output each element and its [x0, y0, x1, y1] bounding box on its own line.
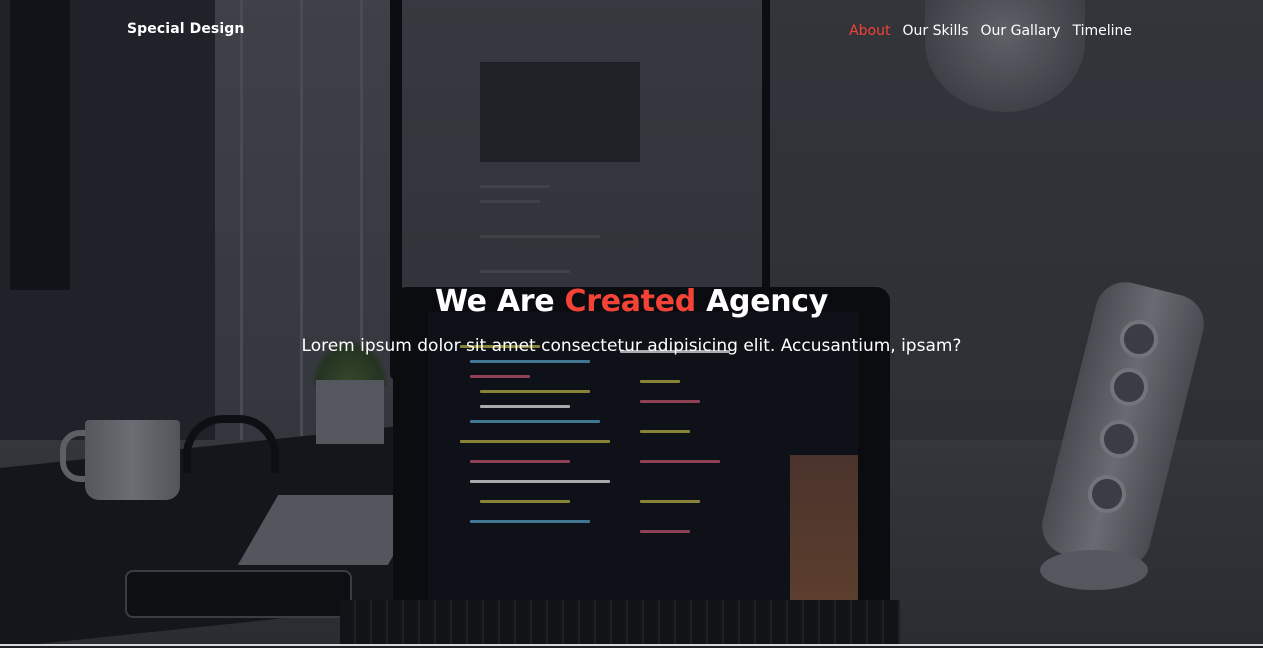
main-nav: About Our Skills Our Gallary Timeline — [849, 20, 1132, 39]
hero-section: Special Design About Our Skills Our Gall… — [0, 0, 1263, 646]
nav-item-timeline: Timeline — [1072, 20, 1132, 39]
nav-item-our-skills: Our Skills — [902, 20, 968, 39]
nav-item-our-gallary: Our Gallary — [981, 20, 1061, 39]
page-divider — [0, 644, 1263, 646]
nav-link-our-gallary[interactable]: Our Gallary — [981, 23, 1061, 39]
nav-link-our-skills[interactable]: Our Skills — [902, 23, 968, 39]
site-header: Special Design About Our Skills Our Gall… — [0, 0, 1263, 58]
site-logo[interactable]: Special Design — [127, 21, 244, 37]
hero-title-part2: Agency — [695, 284, 829, 319]
hero-title-part1: We Are — [434, 284, 565, 319]
hero-title: We Are Created Agency — [0, 282, 1263, 322]
hero-content: We Are Created Agency Lorem ipsum dolor … — [0, 282, 1263, 358]
hero-title-accent: Created — [564, 284, 696, 319]
hero-subtitle: Lorem ipsum dolor sit amet consectetur a… — [301, 336, 962, 356]
nav-link-timeline[interactable]: Timeline — [1072, 23, 1132, 39]
nav-item-about: About — [849, 20, 890, 39]
nav-link-about[interactable]: About — [849, 23, 890, 39]
